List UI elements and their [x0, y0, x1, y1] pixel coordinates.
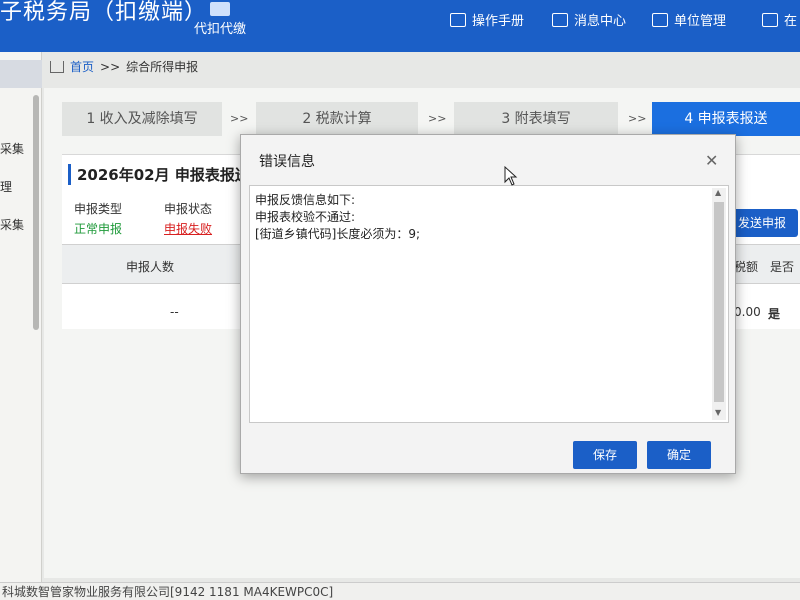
dialog-scrollbar[interactable]: ▲ ▼	[712, 188, 726, 420]
daikou-icon	[210, 2, 230, 16]
report-status-label: 申报状态	[164, 202, 213, 216]
app-title: 子税务局（扣缴端）	[0, 0, 208, 25]
home-icon[interactable]	[50, 60, 64, 73]
dialog-title: 错误信息	[259, 154, 315, 170]
td-is-flag: 是	[768, 307, 781, 321]
top-header: 子税务局（扣缴端） 代扣代缴 操作手册 消息中心 单位管理 在	[0, 0, 800, 52]
scroll-up-icon[interactable]: ▲	[715, 188, 721, 197]
period-title: 2026年02月 申报表报送	[68, 164, 250, 185]
left-tab-collect-1[interactable]: 采集	[0, 140, 24, 157]
step-arrow-2: >>	[428, 112, 447, 125]
left-tab-collect-2[interactable]: 采集	[0, 216, 24, 233]
ok-button[interactable]: 确定	[647, 441, 711, 469]
td-report-count: --	[170, 305, 179, 319]
step-report-submit[interactable]: 4 申报表报送	[652, 102, 800, 136]
left-tab-manage[interactable]: 理	[0, 178, 12, 195]
left-tab-active[interactable]	[0, 60, 42, 88]
nav-manual-label: 操作手册	[472, 14, 525, 29]
report-type-value: 正常申报	[74, 222, 123, 236]
step-arrow-1: >>	[230, 112, 249, 125]
left-scrollbar[interactable]	[33, 95, 39, 330]
nav-unit-label: 单位管理	[674, 14, 727, 29]
step-attachment[interactable]: 3 附表填写	[454, 102, 618, 136]
td-tax-amount: 0.00	[734, 305, 761, 319]
building-icon	[652, 12, 668, 27]
mouse-cursor-icon	[504, 166, 518, 186]
breadcrumb-current: 综合所得申报	[126, 60, 199, 74]
scroll-thumb[interactable]	[714, 202, 724, 402]
nav-manual[interactable]: 操作手册	[450, 10, 524, 29]
report-type-label: 申报类型	[74, 202, 123, 216]
nav-online-label: 在	[784, 14, 798, 29]
monitor-icon	[762, 12, 778, 27]
nav-online[interactable]: 在	[762, 10, 797, 29]
dialog-line-3: [街道乡镇代码]长度必须为：9;	[255, 227, 421, 241]
daikou-button[interactable]: 代扣代缴	[190, 2, 250, 37]
scroll-down-icon[interactable]: ▼	[715, 408, 721, 417]
nav-unit-management[interactable]: 单位管理	[652, 10, 726, 29]
th-is-flag: 是否	[770, 260, 795, 274]
footer-company: 科城数智管家物业服务有限公司[9142 1181 MA4KEWPC0C]	[0, 582, 800, 600]
close-icon[interactable]: ✕	[705, 151, 718, 170]
manual-icon	[450, 12, 466, 27]
dialog-line-1: 申报反馈信息如下:	[255, 193, 356, 207]
th-tax-amount: 税额	[734, 260, 759, 274]
send-report-button[interactable]: 发送申报	[726, 209, 798, 237]
save-button[interactable]: 保存	[573, 441, 637, 469]
error-dialog: 错误信息 ✕ 申报反馈信息如下: 申报表校验不通过: [街道乡镇代码]长度必须为…	[240, 134, 736, 474]
breadcrumb-separator: >>	[100, 59, 121, 74]
dialog-line-2: 申报表校验不通过:	[255, 210, 356, 224]
breadcrumb-home[interactable]: 首页	[70, 58, 94, 75]
nav-message-label: 消息中心	[574, 14, 627, 29]
daikou-label: 代扣代缴	[193, 22, 246, 37]
nav-message-center[interactable]: 消息中心	[552, 10, 626, 29]
report-status-value[interactable]: 申报失败	[164, 220, 212, 237]
th-report-count: 申报人数	[126, 260, 175, 274]
step-tax-calculation[interactable]: 2 税款计算	[256, 102, 418, 136]
step-arrow-3: >>	[628, 112, 647, 125]
dialog-message-area[interactable]: 申报反馈信息如下: 申报表校验不通过: [街道乡镇代码]长度必须为：9; ▲ ▼	[249, 185, 729, 423]
breadcrumb: 首页 >> 综合所得申报	[50, 58, 198, 75]
step-income-deduction[interactable]: 1 收入及减除填写	[62, 102, 222, 136]
message-icon	[552, 12, 568, 27]
